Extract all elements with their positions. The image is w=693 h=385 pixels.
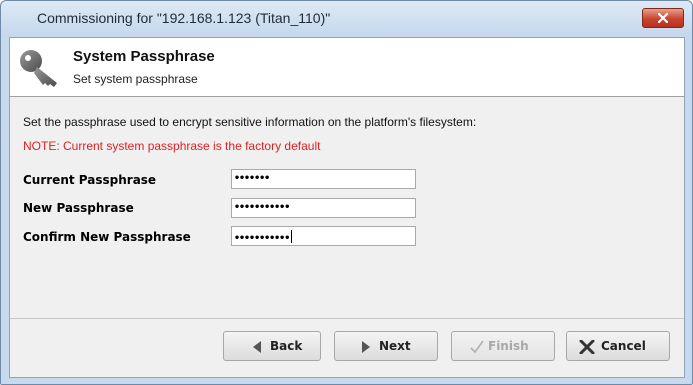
next-button[interactable]: Next: [334, 331, 438, 361]
new-passphrase-label: New Passphrase: [23, 201, 134, 215]
page-subtitle: Set system passphrase: [73, 72, 198, 86]
cancel-button[interactable]: Cancel: [566, 331, 670, 361]
page-title: System Passphrase: [73, 48, 215, 65]
close-button[interactable]: [642, 8, 684, 28]
title-bar[interactable]: Commissioning for "192.168.1.123 (Titan_…: [1, 1, 692, 37]
confirm-passphrase-value: •••••••••••: [234, 233, 290, 244]
confirm-passphrase-field[interactable]: •••••••••••: [231, 226, 416, 246]
key-icon: [20, 50, 57, 87]
confirm-passphrase-label: Confirm New Passphrase: [23, 230, 191, 244]
current-passphrase-field[interactable]: •••••••: [231, 169, 416, 189]
description-text: Set the passphrase used to encrypt sensi…: [23, 115, 477, 129]
current-passphrase-value: •••••••: [234, 173, 270, 184]
checkmark-icon: [470, 340, 484, 354]
wizard-header: System Passphrase Set system passphrase: [10, 38, 684, 97]
text-caret: [291, 230, 293, 243]
back-button[interactable]: Back: [223, 331, 321, 361]
triangle-left-icon: [253, 341, 261, 353]
finish-label: Finish: [488, 339, 529, 353]
window-title: Commissioning for "192.168.1.123 (Titan_…: [37, 10, 331, 26]
x-icon: [579, 340, 595, 354]
cancel-label: Cancel: [601, 339, 646, 353]
new-passphrase-value: •••••••••••: [234, 202, 290, 213]
new-passphrase-field[interactable]: •••••••••••: [231, 198, 416, 218]
dialog-content: System Passphrase Set system passphrase …: [9, 37, 685, 378]
commissioning-dialog: Commissioning for "192.168.1.123 (Titan_…: [0, 0, 693, 385]
footer-divider: [10, 318, 684, 319]
back-label: Back: [270, 339, 303, 353]
finish-button[interactable]: Finish: [451, 331, 555, 361]
current-passphrase-label: Current Passphrase: [23, 173, 157, 187]
close-icon: [658, 13, 668, 23]
triangle-right-icon: [362, 341, 370, 353]
next-label: Next: [379, 339, 411, 353]
factory-default-note: NOTE: Current system passphrase is the f…: [23, 139, 321, 153]
